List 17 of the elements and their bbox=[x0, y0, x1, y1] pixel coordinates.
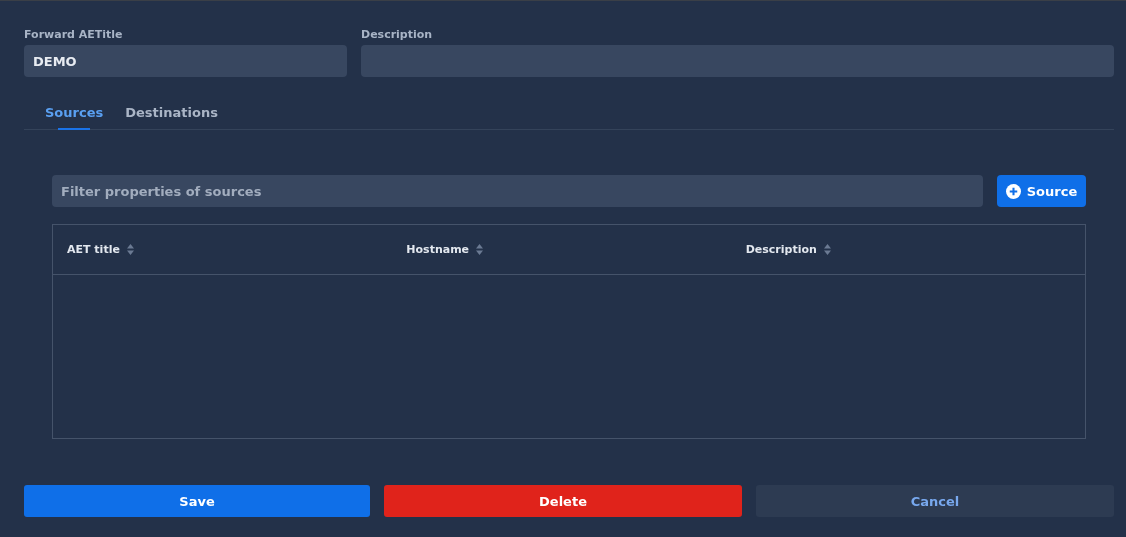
add-source-button[interactable]: Source bbox=[997, 175, 1086, 207]
column-header[interactable]: Description bbox=[745, 243, 817, 256]
tab[interactable]: Destinations bbox=[114, 97, 229, 130]
column-header[interactable]: AET title bbox=[67, 243, 120, 256]
sort-icon[interactable] bbox=[823, 244, 831, 255]
filter-field[interactable]: Filter properties of sources bbox=[52, 175, 983, 207]
sort-icon[interactable] bbox=[476, 244, 484, 255]
text-field[interactable]: DEMO bbox=[24, 45, 347, 77]
plus-circle-icon bbox=[1005, 183, 1021, 199]
action-button[interactable]: Delete bbox=[384, 485, 742, 517]
tab[interactable]: Sources bbox=[34, 97, 115, 130]
sort-icon[interactable] bbox=[126, 244, 134, 255]
column-header[interactable]: Hostname bbox=[406, 243, 470, 256]
action-button[interactable]: Cancel bbox=[756, 485, 1114, 517]
field-label: Description bbox=[361, 28, 434, 41]
field-label: Forward AETitle bbox=[24, 28, 124, 41]
action-button[interactable]: Save bbox=[24, 485, 370, 517]
